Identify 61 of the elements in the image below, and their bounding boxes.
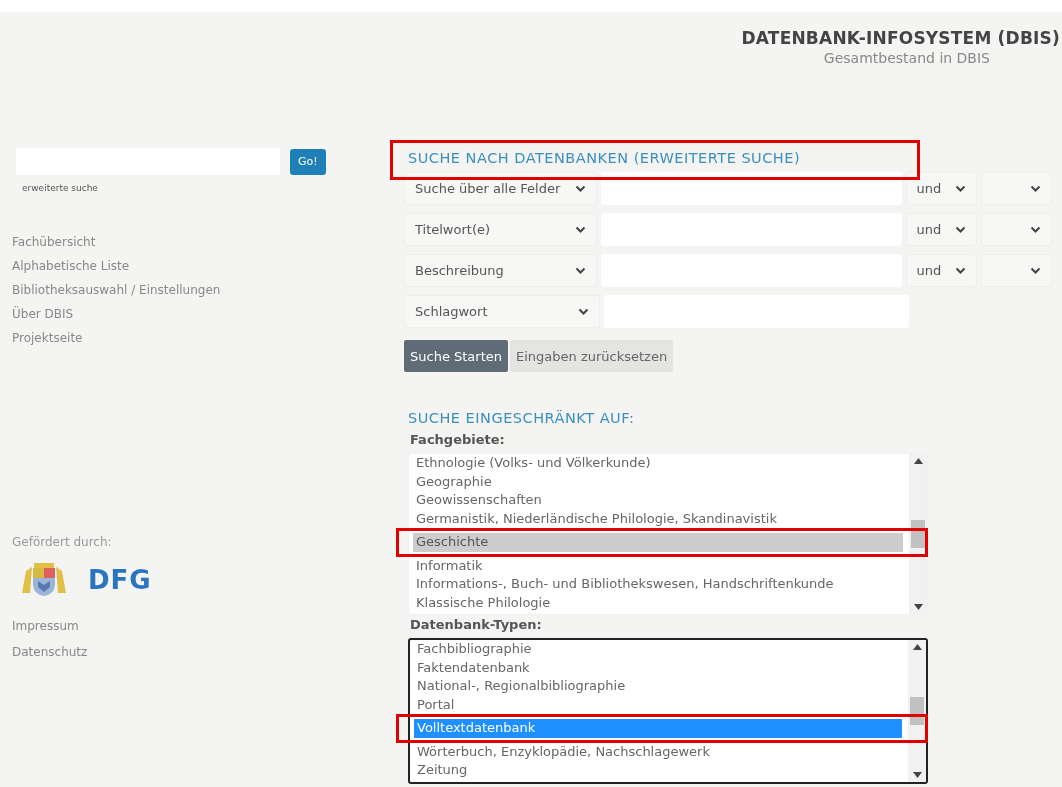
nav-link[interactable]: Bibliotheksauswahl / Einstellungen: [12, 283, 372, 297]
reset-button[interactable]: Eingaben zurücksetzen: [510, 340, 674, 372]
list-option[interactable]: National-, Regionalbibliographie: [414, 677, 902, 696]
scrollbar[interactable]: [909, 454, 927, 614]
nav-link[interactable]: Projektseite: [12, 331, 372, 345]
site-title: DATENBANK-INFOSYSTEM (DBIS): [741, 28, 1060, 48]
scrollbar[interactable]: [908, 640, 926, 782]
list-option[interactable]: Geographie: [413, 472, 903, 491]
site-subtitle: Gesamtbestand in DBIS: [823, 50, 990, 66]
list-option[interactable]: Informatik: [413, 556, 903, 575]
funding-label: Gefördert durch:: [12, 535, 113, 549]
list-option[interactable]: Portal: [414, 695, 902, 714]
field-select[interactable]: Suche über alle Felder: [404, 172, 598, 205]
operator-select[interactable]: und: [905, 213, 977, 246]
list-option[interactable]: Volltextdatenbank: [414, 719, 902, 738]
list-option[interactable]: Wörterbuch, Enzyklopädie, Nachschlagewerk: [414, 742, 902, 761]
list-option[interactable]: Geschichte: [413, 533, 903, 552]
operator-select[interactable]: und: [905, 254, 977, 287]
chevron-icon: [575, 266, 587, 275]
field-select[interactable]: Titelwort(e): [404, 213, 598, 246]
field-select[interactable]: Schlagwort: [404, 295, 600, 328]
multi-select-list[interactable]: [408, 453, 928, 615]
advanced-search-link[interactable]: erweiterte suche: [22, 183, 372, 193]
list-option[interactable]: Faktendatenbank: [414, 658, 902, 677]
scroll-up-icon[interactable]: [912, 644, 922, 650]
scroll-down-icon[interactable]: [913, 604, 923, 610]
chevron-icon: [1030, 184, 1041, 193]
field-select[interactable]: Beschreibung: [404, 254, 598, 287]
footer-link[interactable]: Impressum: [12, 619, 372, 633]
list-option[interactable]: Germanistik, Niederländische Philologie, Skandinavistik: [413, 509, 903, 528]
chevron-icon: [575, 184, 587, 193]
coat-of-arms-icon: [20, 563, 68, 597]
multi-select-list[interactable]: Fachbibliographie Faktendatenbank National-, Regionalbibliographie Portal Volltextdatenbank Wörterbuch, Enzyklopädie, Nachschlagewerk Zeitung: [408, 638, 928, 784]
nav-link[interactable]: Über DBIS: [12, 307, 372, 321]
chevron-icon: [954, 266, 966, 275]
scroll-down-icon[interactable]: [912, 771, 922, 778]
chevron-icon: [954, 225, 966, 234]
chevron-icon: [578, 307, 589, 316]
footer-link[interactable]: Datenschutz: [12, 645, 372, 659]
section-heading: SUCHE EINGESCHRÄNKT AUF:: [407, 409, 636, 428]
chevron-icon: [1030, 225, 1041, 234]
chevron-icon: [1030, 266, 1041, 275]
go-button[interactable]: Go!: [290, 148, 326, 175]
nav-link[interactable]: Alphabetische Liste: [12, 259, 372, 273]
list-option[interactable]: Ethnologie (Volks- und Völkerkunde): [413, 454, 903, 473]
list-option[interactable]: Klassische Philologie: [413, 593, 903, 612]
list-label: Fachgebiete:: [409, 431, 506, 449]
chevron-icon: [575, 225, 587, 234]
list-option[interactable]: Fachbibliographie: [414, 640, 902, 659]
nav-link[interactable]: Fachübersicht: [12, 235, 372, 249]
start-search-button[interactable]: Suche Starten: [404, 340, 508, 372]
list-option[interactable]: Geowissenschaften: [413, 491, 903, 510]
section-heading: SUCHE NACH DATENBANKEN (ERWEITERTE SUCHE): [407, 149, 802, 168]
list-option[interactable]: Zeitung: [414, 761, 902, 780]
chevron-icon: [954, 184, 966, 193]
scroll-up-icon[interactable]: [913, 458, 923, 464]
operator-select[interactable]: und: [905, 172, 977, 205]
list-label: Datenbank-Typen:: [409, 616, 543, 634]
list-option[interactable]: Informations-, Buch- und Bibliothekswesen, Handschriftenkunde: [413, 575, 903, 594]
dfg-logo[interactable]: DFG: [88, 565, 152, 595]
search-term-field[interactable]: [601, 172, 902, 205]
